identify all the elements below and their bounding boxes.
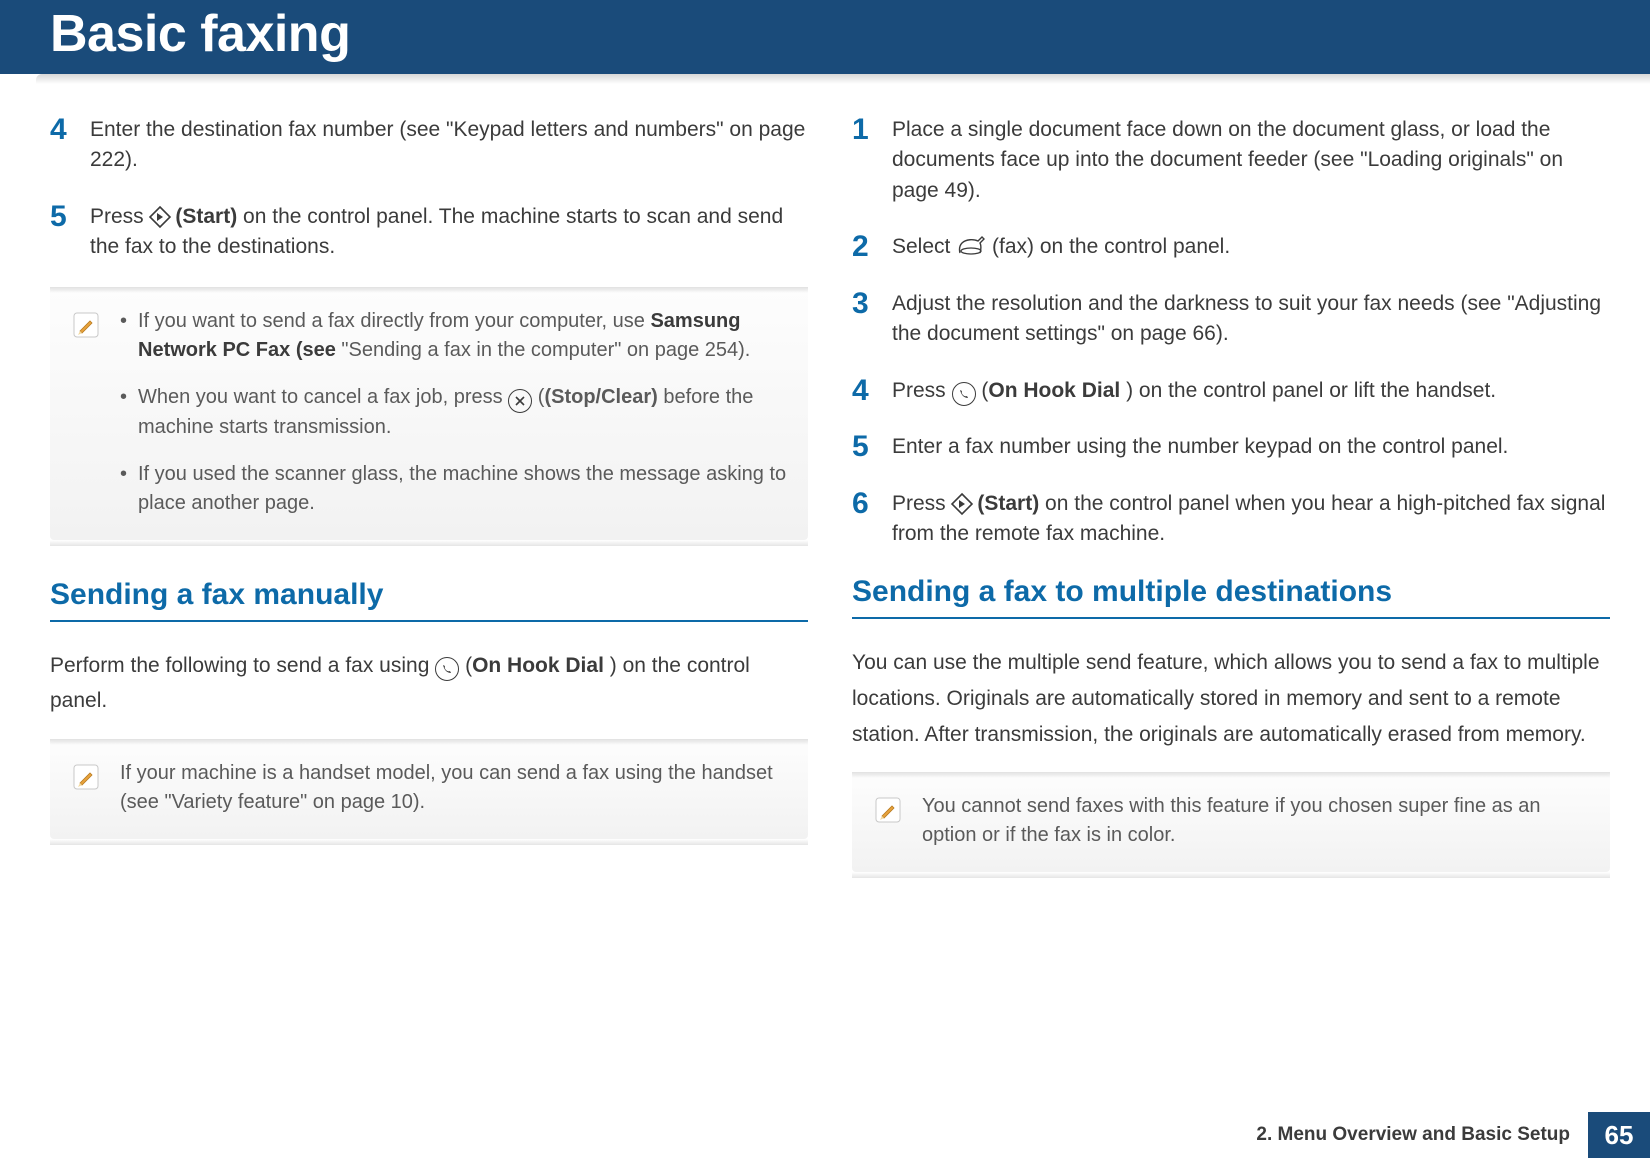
step-item: 4 Enter the destination fax number (see … bbox=[50, 115, 808, 176]
step-bold: On Hook Dial bbox=[988, 379, 1120, 402]
note-item: When you want to cancel a fax job, press… bbox=[120, 383, 788, 442]
left-column: 4 Enter the destination fax number (see … bbox=[50, 115, 808, 910]
stop-clear-icon bbox=[508, 389, 532, 413]
step-text-segment: Select bbox=[892, 235, 956, 258]
step-text-segment: Enter the destination fax number (see "K… bbox=[90, 118, 805, 171]
start-icon bbox=[952, 494, 972, 514]
page-header: Basic faxing bbox=[0, 0, 1650, 85]
para-segment: Perform the following to send a fax usin… bbox=[50, 654, 435, 677]
step-text: Press (Start) on the control panel when … bbox=[892, 489, 1610, 550]
step-text: Enter the destination fax number (see "K… bbox=[90, 115, 808, 176]
note-text: You cannot send faxes with this feature … bbox=[922, 792, 1590, 850]
step-text-segment: Press bbox=[892, 492, 952, 515]
step-item: 6 Press (Start) on the control panel whe… bbox=[852, 489, 1610, 550]
step-item: 2 Select (fax) on the control panel. bbox=[852, 232, 1610, 262]
step-bold: (Start) bbox=[175, 205, 237, 228]
note-list: If you want to send a fax directly from … bbox=[120, 307, 788, 518]
note-item: If you used the scanner glass, the machi… bbox=[120, 460, 788, 518]
step-text: Adjust the resolution and the darkness t… bbox=[892, 289, 1610, 350]
note-box: You cannot send faxes with this feature … bbox=[852, 774, 1610, 872]
step-text-segment: Press bbox=[892, 379, 952, 402]
note-pencil-icon bbox=[72, 311, 100, 339]
page-columns: 4 Enter the destination fax number (see … bbox=[0, 115, 1650, 910]
step-item: 3 Adjust the resolution and the darkness… bbox=[852, 289, 1610, 350]
section-heading-multiple: Sending a fax to multiple destinations bbox=[852, 575, 1610, 619]
step-item: 5 Enter a fax number using the number ke… bbox=[852, 432, 1610, 462]
step-number: 3 bbox=[852, 289, 874, 319]
right-column: 1 Place a single document face down on t… bbox=[852, 115, 1610, 910]
step-text: Press (Start) on the control panel. The … bbox=[90, 202, 808, 263]
para-segment: ( bbox=[465, 654, 472, 677]
chapter-label: 2. Menu Overview and Basic Setup bbox=[1256, 1112, 1588, 1158]
step-text: Press (On Hook Dial ) on the control pan… bbox=[892, 376, 1610, 406]
step-item: 1 Place a single document face down on t… bbox=[852, 115, 1610, 206]
note-text: If you want to send a fax directly from … bbox=[138, 310, 650, 332]
start-icon bbox=[150, 207, 170, 227]
page-title: Basic faxing bbox=[36, 0, 1650, 74]
step-number: 4 bbox=[50, 115, 72, 145]
page-number: 65 bbox=[1588, 1112, 1650, 1158]
header-underline bbox=[36, 74, 1650, 84]
step-item: 4 Press (On Hook Dial ) on the control p… bbox=[852, 376, 1610, 406]
note-text: If your machine is a handset model, you … bbox=[120, 759, 788, 817]
page-footer: 2. Menu Overview and Basic Setup 65 bbox=[1256, 1112, 1650, 1158]
step-text: Place a single document face down on the… bbox=[892, 115, 1610, 206]
note-box: If your machine is a handset model, you … bbox=[50, 741, 808, 839]
step-number: 6 bbox=[852, 489, 874, 519]
paragraph: You can use the multiple send feature, w… bbox=[852, 645, 1610, 752]
paragraph: Perform the following to send a fax usin… bbox=[50, 648, 808, 719]
step-number: 1 bbox=[852, 115, 874, 145]
note-pencil-icon bbox=[874, 796, 902, 824]
fax-icon bbox=[956, 235, 986, 257]
note-item: If you want to send a fax directly from … bbox=[120, 307, 788, 365]
step-number: 5 bbox=[852, 432, 874, 462]
note-text: If you used the scanner glass, the machi… bbox=[138, 463, 786, 514]
step-text-segment: Adjust the resolution and the darkness t… bbox=[892, 292, 1601, 345]
step-text: Select (fax) on the control panel. bbox=[892, 232, 1610, 262]
step-text-segment: Press bbox=[90, 205, 150, 228]
header-accent-tab bbox=[0, 0, 36, 74]
note-box: If you want to send a fax directly from … bbox=[50, 289, 808, 540]
step-text: Enter a fax number using the number keyp… bbox=[892, 432, 1610, 462]
section-heading-manual: Sending a fax manually bbox=[50, 578, 808, 622]
step-text-segment: Enter a fax number using the number keyp… bbox=[892, 435, 1508, 458]
note-bold: (Stop/Clear) bbox=[544, 386, 657, 408]
step-text-segment: Place a single document face down on the… bbox=[892, 118, 1563, 202]
step-item: 5 Press (Start) on the control panel. Th… bbox=[50, 202, 808, 263]
note-text: "Sending a fax in the computer" on page … bbox=[341, 339, 750, 361]
note-text: When you want to cancel a fax job, press bbox=[138, 386, 508, 408]
step-number: 4 bbox=[852, 376, 874, 406]
note-pencil-icon bbox=[72, 763, 100, 791]
step-number: 5 bbox=[50, 202, 72, 232]
step-bold: (Start) bbox=[977, 492, 1039, 515]
step-text-segment: ) on the control panel or lift the hands… bbox=[1126, 379, 1496, 402]
para-bold: On Hook Dial bbox=[472, 654, 604, 677]
on-hook-dial-icon bbox=[435, 657, 459, 681]
step-number: 2 bbox=[852, 232, 874, 262]
on-hook-dial-icon bbox=[952, 382, 976, 406]
step-text-segment: (fax) on the control panel. bbox=[992, 235, 1230, 258]
